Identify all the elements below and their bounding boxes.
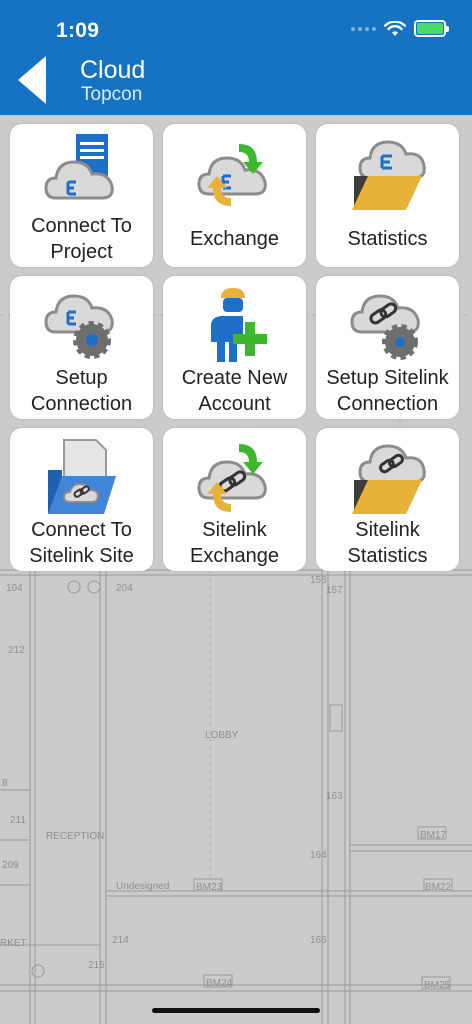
undesigned-label: Undesigned <box>116 881 170 892</box>
user-add-icon <box>195 284 275 364</box>
sitelink-statistics-button[interactable]: Sitelink Statistics <box>316 428 459 571</box>
room-number: 8 <box>2 778 8 789</box>
create-new-account-button[interactable]: Create New Account <box>163 276 306 419</box>
connect-to-sitelink-site-button[interactable]: Connect To Sitelink Site <box>10 428 153 571</box>
tile-label: Connect To Project <box>31 215 132 263</box>
tile-label: Create New Account <box>181 367 288 415</box>
tile-label: Connect To Sitelink Site <box>29 519 134 567</box>
tile-label: Setup Connection <box>30 367 133 415</box>
lobby-label: LOBBY <box>205 730 239 741</box>
cloud-exchange-icon <box>195 132 275 212</box>
cloud-document-icon <box>42 132 122 212</box>
sitelink-exchange-icon <box>195 436 275 516</box>
statistics-button[interactable]: Statistics <box>316 124 459 267</box>
app-header: 1:09 Cloud Topcon <box>0 0 472 115</box>
room-number: 166 <box>310 935 327 946</box>
tile-label: Exchange <box>190 228 279 250</box>
cellular-signal-icon <box>351 26 376 31</box>
room-number: 214 <box>112 935 129 946</box>
status-icons <box>351 20 449 37</box>
cloud-gear-icon <box>42 284 122 364</box>
bm-label: BM23 <box>196 882 223 893</box>
bm-label: BM22 <box>425 882 452 893</box>
setup-connection-button[interactable]: Setup Connection <box>10 276 153 419</box>
bm-label: BM25 <box>424 980 451 991</box>
reception-label: RECEPTION <box>46 831 105 842</box>
tile-label: Statistics <box>347 228 428 250</box>
wifi-icon <box>384 20 406 36</box>
room-number: 209 <box>2 860 19 871</box>
status-time: 1:09 <box>56 19 100 42</box>
page-title: Cloud <box>80 56 146 84</box>
bm-label: BM17 <box>420 830 447 841</box>
setup-sitelink-connection-button[interactable]: Setup Sitelink Connection <box>316 276 459 419</box>
room-number: 163 <box>326 791 343 802</box>
room-number: 104 <box>6 583 23 594</box>
room-number: 157 <box>326 585 343 596</box>
page-subtitle: Topcon <box>81 84 143 105</box>
room-number: 215 <box>88 960 105 971</box>
back-button[interactable] <box>14 54 50 106</box>
cloud-folder-icon <box>348 132 428 212</box>
battery-icon <box>414 20 449 37</box>
room-number: 204 <box>116 583 133 594</box>
bm-label: BM24 <box>206 978 233 989</box>
tile-label: Sitelink Statistics <box>347 519 428 567</box>
room-number: 164 <box>310 850 327 861</box>
sitelink-gear-icon <box>348 284 428 364</box>
room-number: 158 <box>310 575 327 586</box>
menu-grid: Connect To Project Exchange Statistics S… <box>10 124 460 571</box>
home-indicator[interactable] <box>152 1008 320 1013</box>
tile-label: Setup Sitelink Connection <box>326 367 449 415</box>
tile-label: Sitelink Exchange <box>190 519 279 567</box>
market-label: RKET <box>0 938 27 949</box>
room-number: 211 <box>10 815 26 826</box>
sitelink-exchange-button[interactable]: Sitelink Exchange <box>163 428 306 571</box>
connect-to-project-button[interactable]: Connect To Project <box>10 124 153 267</box>
room-number: 212 <box>8 645 25 656</box>
sitelink-folder-icon <box>42 436 122 516</box>
sitelink-statistics-icon <box>348 436 428 516</box>
exchange-button[interactable]: Exchange <box>163 124 306 267</box>
